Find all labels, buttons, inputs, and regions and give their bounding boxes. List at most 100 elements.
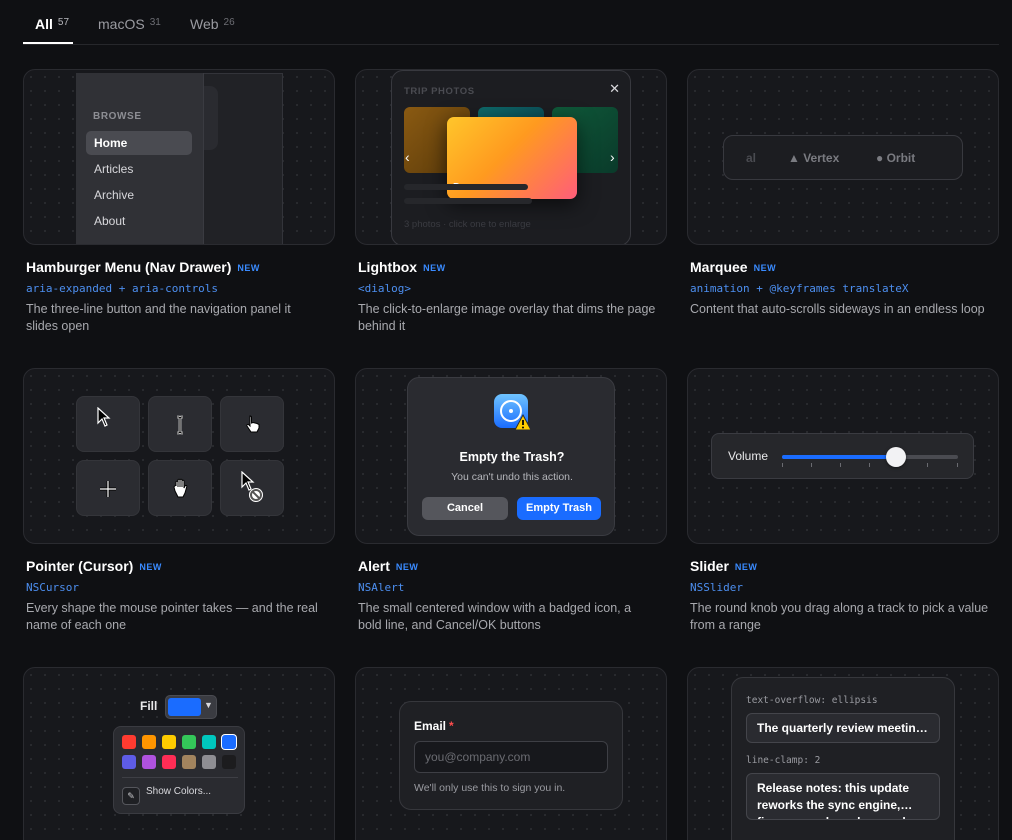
chevron-right-icon[interactable]: ›	[610, 149, 615, 165]
color-swatch[interactable]	[222, 735, 236, 749]
color-swatch[interactable]	[182, 735, 196, 749]
ellipsis-text: The quarterly review meeting has been mo…	[746, 713, 940, 743]
color-well[interactable]: ▼	[165, 695, 217, 719]
tab-label: Web	[190, 16, 219, 32]
color-swatch[interactable]	[162, 755, 176, 769]
card-preview: Email* We'll only use this to sign you i…	[355, 667, 667, 840]
card-title-text: Alert	[358, 558, 390, 574]
ibeam-cursor-icon	[177, 415, 183, 435]
text-placeholder	[404, 184, 528, 190]
marquee-item: al	[746, 151, 757, 165]
card-alert[interactable]: Empty the Trash? You can't undo this act…	[355, 368, 667, 632]
nav-item-archive[interactable]: Archive	[86, 183, 192, 207]
fill-label: Fill	[140, 699, 158, 713]
tab-count: 26	[223, 17, 235, 28]
nav-item-about[interactable]: About	[86, 209, 192, 233]
card-api: NSSlider	[690, 581, 743, 594]
cursor-tile-pointing-hand[interactable]	[220, 396, 284, 452]
tab-all[interactable]: All 57	[35, 16, 69, 32]
email-field[interactable]	[414, 741, 608, 773]
tab-web[interactable]: Web 26	[190, 16, 235, 32]
card-description: The three-line button and the navigation…	[26, 302, 291, 333]
card-title-text: Lightbox	[358, 259, 418, 275]
chevron-down-icon: ▼	[204, 700, 213, 710]
show-colors-label: Show Colors...	[146, 786, 212, 797]
alert-message: You can't undo this action.	[451, 471, 573, 483]
nav-item-articles[interactable]: Articles	[86, 157, 192, 181]
open-hand-cursor-icon	[173, 478, 188, 498]
chevron-left-icon[interactable]: ‹	[405, 149, 410, 165]
new-badge: NEW	[753, 263, 777, 273]
card-hamburger-menu[interactable]: BROWSE Home Articles Archive About Hambu…	[23, 69, 335, 333]
show-colors-button[interactable]: ✎ Show Colors...	[122, 786, 211, 805]
active-tab-indicator	[23, 42, 73, 44]
card-title: Alert NEW	[358, 558, 418, 574]
required-asterisk: *	[449, 719, 454, 733]
color-swatch[interactable]	[162, 735, 176, 749]
new-badge: NEW	[423, 263, 446, 273]
email-help-text: We'll only use this to sign you in.	[414, 782, 566, 794]
tab-label: macOS	[98, 16, 145, 32]
selected-color-swatch	[168, 698, 201, 716]
card-text-field[interactable]: Email* We'll only use this to sign you i…	[355, 667, 667, 840]
slider-tick	[811, 463, 812, 467]
color-swatch[interactable]	[122, 755, 136, 769]
crosshair-cursor-icon	[100, 481, 116, 497]
new-badge: NEW	[237, 263, 260, 273]
slider-track[interactable]	[782, 447, 958, 467]
marquee-item: ▲ Vertex	[788, 151, 840, 165]
cursor-tile-not-allowed[interactable]	[220, 460, 284, 516]
line-clamp-text: Release notes: this update reworks the s…	[746, 773, 940, 820]
cursor-tile-arrow[interactable]	[76, 396, 140, 452]
divider	[122, 777, 238, 778]
card-title-text: Hamburger Menu (Nav Drawer)	[26, 259, 232, 275]
card-slider[interactable]: Volume Slider NEW NSSlider The round knob…	[687, 368, 999, 632]
color-swatch[interactable]	[202, 735, 216, 749]
slider-knob[interactable]	[886, 447, 907, 467]
color-swatch[interactable]	[202, 755, 216, 769]
card-description: Content that auto-scrolls sideways in an…	[690, 302, 985, 316]
card-marquee[interactable]: al ▲ Vertex ● Orbit Marquee NEW animation…	[687, 69, 999, 316]
card-title: Slider NEW	[690, 558, 757, 574]
card-description: The click-to-enlarge image overlay that …	[358, 302, 656, 333]
nav-item-home[interactable]: Home	[86, 131, 192, 155]
slider-tick	[957, 463, 958, 467]
eyedropper-icon: ✎	[122, 787, 140, 805]
cursor-tile-open-hand[interactable]	[148, 460, 212, 516]
card-preview: Fill ▼ ✎ Show Colors...	[23, 667, 335, 840]
slider-tick	[782, 463, 783, 467]
alert-window: Empty the Trash? You can't undo this act…	[407, 377, 615, 536]
color-swatch[interactable]	[222, 755, 236, 769]
card-preview: BROWSE Home Articles Archive About	[23, 69, 335, 245]
card-pointer-cursor[interactable]: Pointer (Cursor) NEW NSCursor Every shape…	[23, 368, 335, 632]
card-preview: Volume	[687, 368, 999, 544]
color-swatch[interactable]	[142, 735, 156, 749]
close-icon[interactable]: ✕	[609, 81, 620, 97]
cancel-button[interactable]: Cancel	[422, 497, 508, 520]
new-badge: NEW	[734, 562, 758, 572]
color-swatch[interactable]	[182, 755, 196, 769]
lightbox-heading: TRIP PHOTOS	[404, 86, 475, 97]
lightbox-window: TRIP PHOTOS ✕ Dunes ‹ › 3 photos · click…	[391, 70, 631, 244]
email-label-text: Email	[414, 719, 447, 733]
cursor-tile-ibeam[interactable]	[148, 396, 212, 452]
empty-trash-button[interactable]: Empty Trash	[517, 497, 601, 520]
tab-count: 31	[149, 17, 161, 28]
card-lightbox[interactable]: TRIP PHOTOS ✕ Dunes ‹ › 3 photos · click…	[355, 69, 667, 333]
marquee-strip: al ▲ Vertex ● Orbit	[723, 135, 963, 180]
card-preview: Empty the Trash? You can't undo this act…	[355, 368, 667, 544]
card-preview: al ▲ Vertex ● Orbit	[687, 69, 999, 245]
card-title: Pointer (Cursor) NEW	[26, 558, 162, 574]
card-api: animation + @keyframes translateX	[690, 282, 909, 295]
slider-tick	[927, 463, 928, 467]
color-swatch[interactable]	[122, 735, 136, 749]
slider-panel: Volume	[711, 433, 974, 479]
cursor-tile-crosshair[interactable]	[76, 460, 140, 516]
new-badge: NEW	[139, 562, 162, 572]
color-swatch[interactable]	[142, 755, 156, 769]
card-truncation[interactable]: text-overflow: ellipsis The quarterly re…	[687, 667, 999, 840]
filter-tabs: All 57 macOS 31 Web 26	[23, 0, 999, 45]
tab-macos[interactable]: macOS 31	[98, 16, 161, 32]
card-description: The round knob you drag along a track to…	[690, 601, 989, 632]
card-color-well[interactable]: Fill ▼ ✎ Show Colors...	[23, 667, 335, 840]
